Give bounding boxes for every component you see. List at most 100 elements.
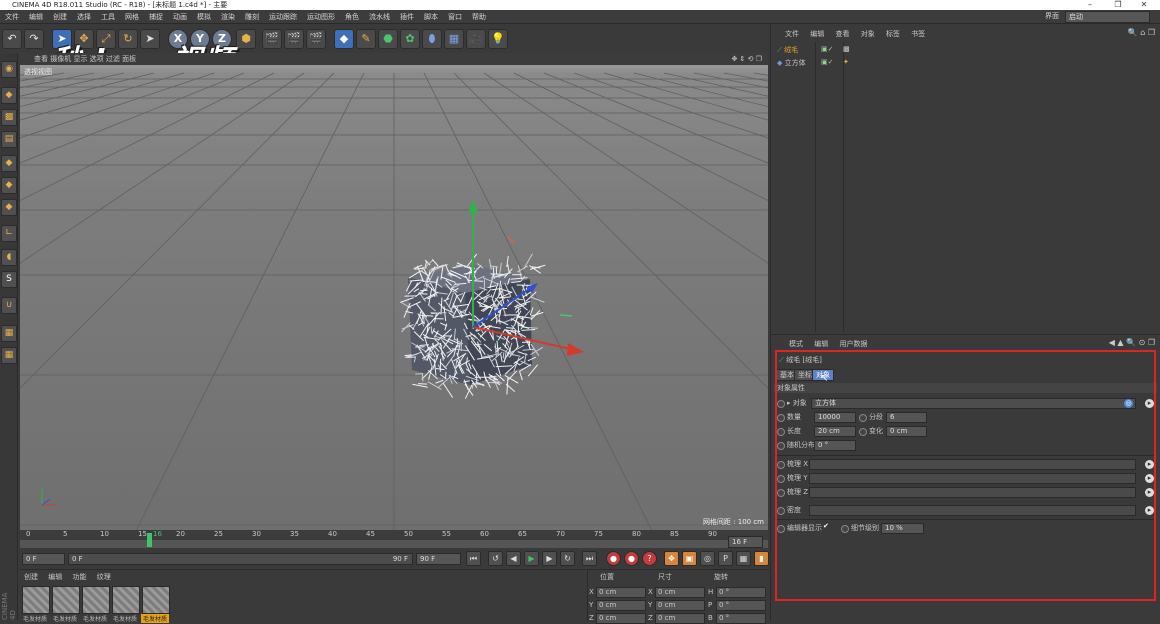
menu-character[interactable]: 角色 bbox=[345, 12, 359, 22]
menu-pipeline[interactable]: 流水线 bbox=[369, 12, 390, 22]
minimize-button[interactable]: – bbox=[1080, 0, 1100, 10]
timeline[interactable]: 0 5 10 15 16 20 25 30 35 40 45 50 55 60 … bbox=[20, 530, 768, 548]
menu-sculpt[interactable]: 雕刻 bbox=[245, 12, 259, 22]
fur-tag-icon[interactable]: ▩ bbox=[843, 45, 850, 53]
close-button[interactable]: ✕ bbox=[1134, 0, 1154, 10]
polygons-mode-icon[interactable]: ◆ bbox=[1, 199, 17, 216]
snap-icon[interactable]: ∪ bbox=[1, 297, 17, 314]
pos-y-field[interactable]: 0 cm bbox=[596, 600, 646, 611]
object-row-cube[interactable]: ◆ 立方体 ▣✓ ✦ bbox=[777, 58, 806, 68]
menu-mograph[interactable]: 运动图形 bbox=[307, 12, 335, 22]
texture-mode-icon[interactable]: ▩ bbox=[1, 109, 17, 126]
previous-key-icon[interactable]: ↺ bbox=[488, 551, 503, 566]
key-rotation-icon[interactable]: ◎ bbox=[700, 551, 715, 566]
soft-selection-icon[interactable]: S bbox=[1, 271, 17, 288]
size-z-field[interactable]: 0 cm bbox=[655, 613, 705, 624]
playhead[interactable] bbox=[147, 533, 152, 547]
menu-select[interactable]: 选择 bbox=[77, 12, 91, 22]
current-frame-field[interactable]: 16 F bbox=[728, 536, 763, 548]
locked-workplane-icon[interactable]: ▦ bbox=[1, 347, 17, 364]
edges-mode-icon[interactable]: ◆ bbox=[1, 177, 17, 194]
points-mode-icon[interactable]: ◆ bbox=[1, 155, 17, 172]
make-editable-icon[interactable]: ◉ bbox=[1, 61, 17, 78]
deformer-icon[interactable]: ⬮ bbox=[422, 29, 442, 49]
size-y-field[interactable]: 0 cm bbox=[655, 600, 705, 611]
menu-simulate[interactable]: 模拟 bbox=[197, 12, 211, 22]
obj-menu-bookmarks[interactable]: 书签 bbox=[911, 30, 925, 38]
attr-menu-edit[interactable]: 编辑 bbox=[814, 340, 828, 348]
render-picture-viewer-icon[interactable]: 🎬 bbox=[284, 29, 304, 49]
material-thumbnail[interactable] bbox=[52, 586, 80, 614]
frame-range-slider[interactable]: 0 F 90 F bbox=[68, 553, 413, 565]
visibility-check-icon[interactable]: ▣✓ bbox=[821, 58, 833, 66]
render-settings-icon[interactable]: 🎬 bbox=[306, 29, 326, 49]
pos-z-field[interactable]: 0 cm bbox=[596, 613, 646, 624]
subdivision-icon[interactable]: ⬣ bbox=[378, 29, 398, 49]
go-to-end-icon[interactable]: ⏭ bbox=[582, 551, 597, 566]
axis-mode-icon[interactable]: ∟ bbox=[1, 225, 17, 242]
end-frame-field[interactable]: 90 F bbox=[416, 553, 461, 565]
attr-nav-icons[interactable]: ◀ ▲ 🔍 ⊙ ❐ bbox=[1109, 338, 1155, 347]
maximize-button[interactable]: ❐ bbox=[1108, 0, 1128, 10]
menu-render[interactable]: 渲染 bbox=[221, 12, 235, 22]
material-menu-texture[interactable]: 纹理 bbox=[97, 573, 111, 581]
menu-edit[interactable]: 编辑 bbox=[29, 12, 43, 22]
material-thumbnail[interactable] bbox=[22, 586, 50, 614]
model-mode-icon[interactable]: ◆ bbox=[1, 87, 17, 104]
layout-select[interactable]: 启动 bbox=[1065, 11, 1150, 23]
autokey-icon[interactable]: ● bbox=[624, 551, 639, 566]
menu-script[interactable]: 脚本 bbox=[424, 12, 438, 22]
next-key-icon[interactable]: ↻ bbox=[560, 551, 575, 566]
pos-x-field[interactable]: 0 cm bbox=[596, 587, 646, 598]
record-icon[interactable]: ● bbox=[606, 551, 621, 566]
viewport-nav-icons[interactable]: ✥ ⇕ ⟲ ❐ bbox=[731, 53, 762, 65]
workplane-lock-icon[interactable]: ▦ bbox=[1, 325, 17, 342]
material-menu-create[interactable]: 创建 bbox=[24, 573, 38, 581]
material-menu-function[interactable]: 功能 bbox=[72, 573, 86, 581]
object-row-fur[interactable]: ⟋ 绒毛 ▣✓ ▩ bbox=[777, 45, 798, 55]
next-frame-icon[interactable]: ▶ bbox=[542, 551, 557, 566]
key-parameter-icon[interactable]: P bbox=[718, 551, 733, 566]
rot-h-field[interactable]: 0 ° bbox=[716, 587, 766, 598]
menu-plugins[interactable]: 插件 bbox=[400, 12, 414, 22]
timeline-track[interactable] bbox=[20, 540, 768, 548]
cube-icon[interactable]: ◆ bbox=[334, 29, 354, 49]
undo-icon[interactable]: ↶ bbox=[2, 29, 22, 49]
menu-window[interactable]: 窗口 bbox=[448, 12, 462, 22]
material-thumbnail[interactable] bbox=[112, 586, 140, 614]
menu-mesh[interactable]: 网格 bbox=[125, 12, 139, 22]
floor-icon[interactable]: ▦ bbox=[444, 29, 464, 49]
obj-manager-search-icon[interactable]: 🔍 ⌂ ❐ bbox=[1128, 28, 1155, 37]
menu-motion-tracking[interactable]: 运动跟踪 bbox=[269, 12, 297, 22]
attr-menu-userdata[interactable]: 用户数据 bbox=[839, 340, 867, 348]
tweak-mode-icon[interactable]: ◖ bbox=[1, 249, 17, 266]
array-icon[interactable]: ✿ bbox=[400, 29, 420, 49]
previous-frame-icon[interactable]: ◀ bbox=[506, 551, 521, 566]
obj-menu-file[interactable]: 文件 bbox=[785, 30, 799, 38]
menu-file[interactable]: 文件 bbox=[5, 12, 19, 22]
perspective-viewport[interactable]: 透视视图 网格间距 : 100 cm bbox=[20, 65, 768, 530]
obj-menu-edit[interactable]: 编辑 bbox=[810, 30, 824, 38]
go-to-start-icon[interactable]: ⏮ bbox=[466, 551, 481, 566]
obj-menu-object[interactable]: 对象 bbox=[861, 30, 875, 38]
key-position-icon[interactable]: ✥ bbox=[664, 551, 679, 566]
menu-snap[interactable]: 捕捉 bbox=[149, 12, 163, 22]
workplane-icon[interactable]: ▤ bbox=[1, 131, 17, 148]
rot-b-field[interactable]: 0 ° bbox=[716, 613, 766, 624]
menu-animate[interactable]: 动画 bbox=[173, 12, 187, 22]
pen-icon[interactable]: ✎ bbox=[356, 29, 376, 49]
material-menu-edit[interactable]: 编辑 bbox=[48, 573, 62, 581]
render-view-icon[interactable]: 🎬 bbox=[262, 29, 282, 49]
menu-help[interactable]: 帮助 bbox=[472, 12, 486, 22]
material-thumbnail[interactable] bbox=[82, 586, 110, 614]
start-frame-field[interactable]: 0 F bbox=[22, 553, 65, 565]
timeline-icon[interactable]: ▮ bbox=[754, 551, 769, 566]
camera-icon[interactable]: 🎥 bbox=[466, 29, 486, 49]
material-thumbnail-selected[interactable] bbox=[142, 586, 170, 614]
light-icon[interactable]: 💡 bbox=[488, 29, 508, 49]
redo-icon[interactable]: ↷ bbox=[24, 29, 44, 49]
obj-menu-view[interactable]: 查看 bbox=[835, 30, 849, 38]
size-x-field[interactable]: 0 cm bbox=[655, 587, 705, 598]
visibility-check-icon[interactable]: ▣✓ bbox=[821, 45, 833, 53]
obj-menu-tags[interactable]: 标签 bbox=[886, 30, 900, 38]
